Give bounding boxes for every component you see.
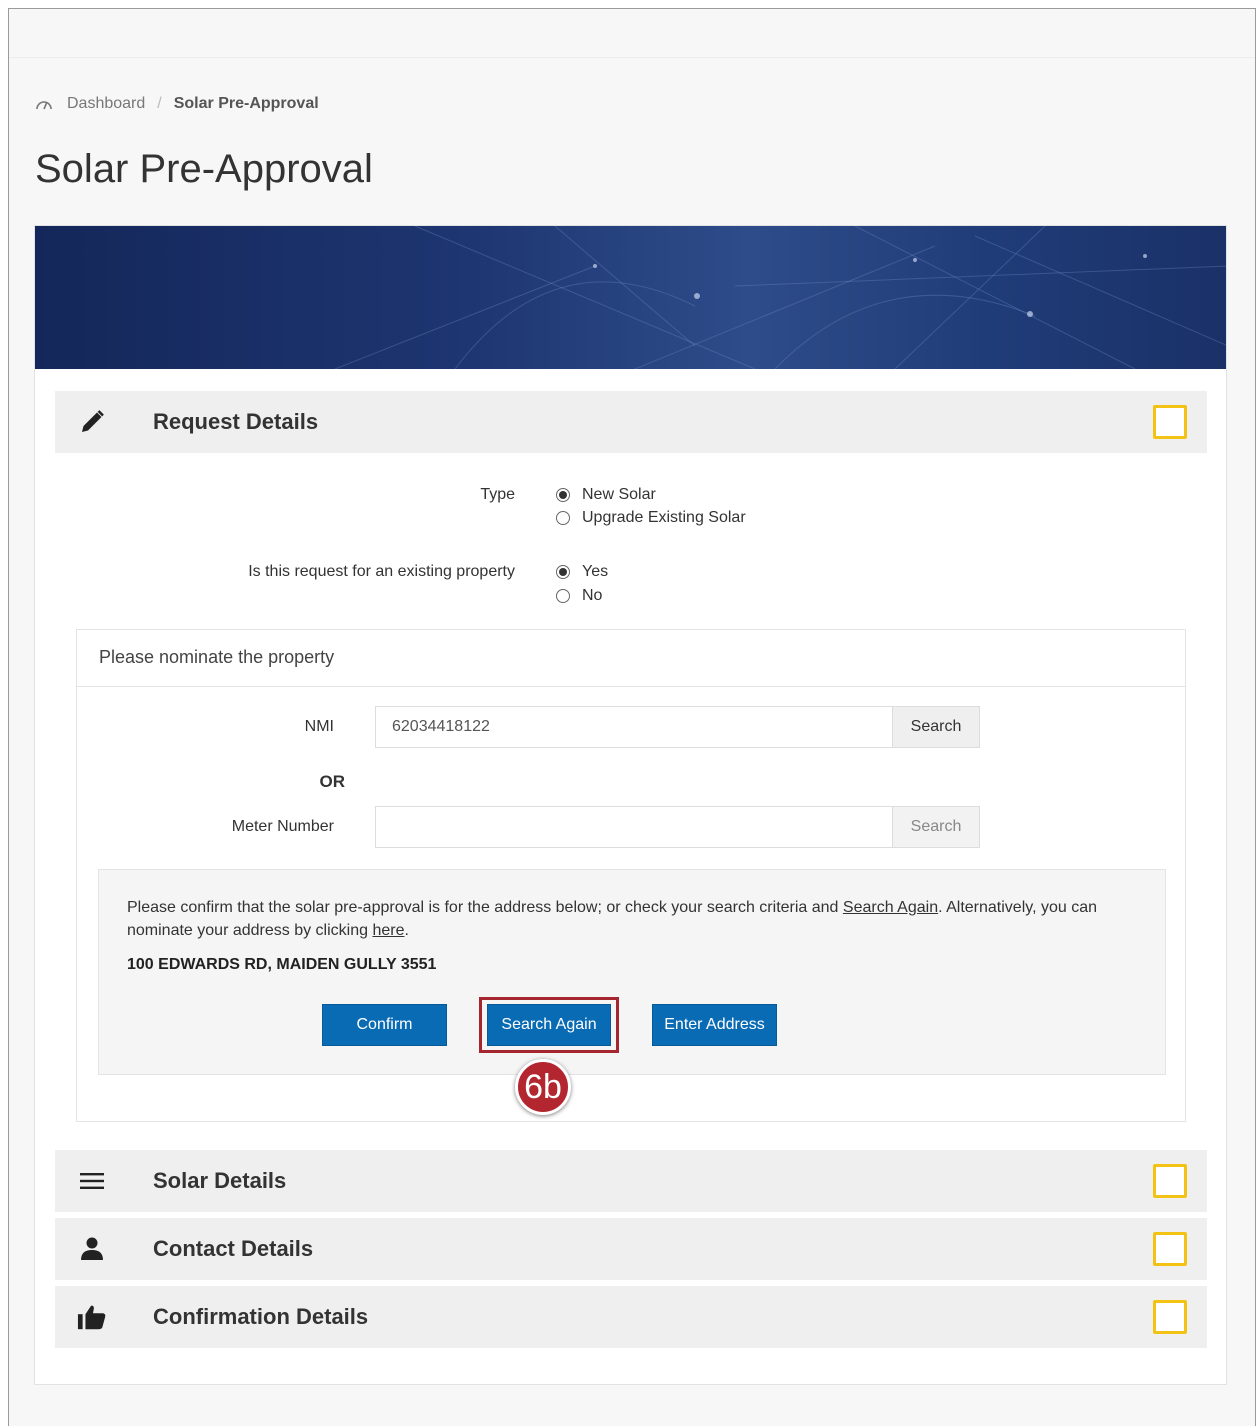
nmi-search-button[interactable]: Search <box>893 706 980 748</box>
type-label: Type <box>480 486 515 503</box>
radio-no-label: No <box>582 587 603 604</box>
radio-no-dot[interactable] <box>556 589 570 603</box>
radio-new-solar[interactable]: New Solar <box>556 486 656 504</box>
thumbs-up-icon <box>77 1302 107 1332</box>
confirmation-details-title: Confirmation Details <box>153 1304 369 1329</box>
pencil-icon <box>77 407 107 437</box>
meter-search-button[interactable]: Search <box>893 806 980 848</box>
radio-yes-dot[interactable] <box>556 565 570 579</box>
address-confirm-box: Please confirm that the solar pre-approv… <box>98 869 1166 1075</box>
meter-input-group: Search <box>375 806 980 848</box>
found-address: 100 EDWARDS RD, MAIDEN GULLY 3551 <box>127 956 437 973</box>
contact-details-title: Contact Details <box>153 1236 314 1261</box>
contact-details-status <box>1153 1232 1187 1266</box>
solar-details-header[interactable]: Solar Details <box>55 1150 1207 1212</box>
contact-details-header[interactable]: Contact Details <box>55 1218 1207 1280</box>
nmi-input[interactable]: 62034418122 <box>375 706 893 748</box>
menu-lines-icon <box>77 1166 107 1196</box>
request-details-status <box>1153 405 1187 439</box>
main-panel: Request Details Type New Solar Upgrade E… <box>34 225 1227 1385</box>
user-icon <box>77 1234 107 1264</box>
radio-yes[interactable]: Yes <box>556 563 608 581</box>
banner-image <box>35 226 1226 369</box>
property-panel-header: Please nominate the property <box>77 630 1185 687</box>
existing-property-label: Is this request for an existing property <box>248 563 515 580</box>
step-callout-badge: 6b <box>515 1059 571 1115</box>
radio-yes-label: Yes <box>582 563 609 580</box>
search-again-link[interactable]: Search Again <box>843 899 938 916</box>
nmi-label: NMI <box>304 718 334 735</box>
search-again-button[interactable]: Search Again <box>487 1004 611 1046</box>
request-details-header[interactable]: Request Details <box>55 391 1207 453</box>
radio-no[interactable]: No <box>556 587 602 605</box>
radio-new-solar-label: New Solar <box>582 486 656 503</box>
radio-new-solar-dot[interactable] <box>556 488 570 502</box>
solar-details-title: Solar Details <box>153 1168 287 1193</box>
page-title: Solar Pre-Approval <box>35 147 373 191</box>
confirmation-details-status <box>1153 1300 1187 1334</box>
header-divider <box>9 57 1255 58</box>
property-panel-heading: Please nominate the property <box>99 647 335 667</box>
property-panel: Please nominate the property NMI 6203441… <box>76 629 1186 1122</box>
or-label: OR <box>319 772 346 791</box>
breadcrumb-separator: / <box>157 95 162 112</box>
confirmation-details-header[interactable]: Confirmation Details <box>55 1286 1207 1348</box>
request-details-title: Request Details <box>153 409 319 434</box>
meter-number-label: Meter Number <box>231 818 334 835</box>
breadcrumb: Dashboard / Solar Pre-Approval <box>35 95 319 113</box>
breadcrumb-dashboard-link[interactable]: Dashboard <box>67 95 145 113</box>
nmi-input-group: 62034418122 Search <box>375 706 980 748</box>
app-frame: Dashboard / Solar Pre-Approval Solar Pre… <box>8 8 1256 1426</box>
breadcrumb-current: Solar Pre-Approval <box>173 95 319 112</box>
radio-upgrade-solar-dot[interactable] <box>556 511 570 525</box>
confirm-message: Please confirm that the solar pre-approv… <box>127 896 1137 942</box>
radio-upgrade-solar-label: Upgrade Existing Solar <box>582 509 746 526</box>
here-link[interactable]: here <box>372 922 404 939</box>
radio-upgrade-solar[interactable]: Upgrade Existing Solar <box>556 509 746 527</box>
confirm-button[interactable]: Confirm <box>322 1004 447 1046</box>
confirm-message-text-3: . <box>404 922 409 939</box>
solar-details-status <box>1153 1164 1187 1198</box>
enter-address-button[interactable]: Enter Address <box>652 1004 777 1046</box>
confirm-message-text-1: Please confirm that the solar pre-approv… <box>127 899 843 916</box>
dashboard-icon <box>36 101 52 110</box>
meter-number-input[interactable] <box>375 806 893 848</box>
